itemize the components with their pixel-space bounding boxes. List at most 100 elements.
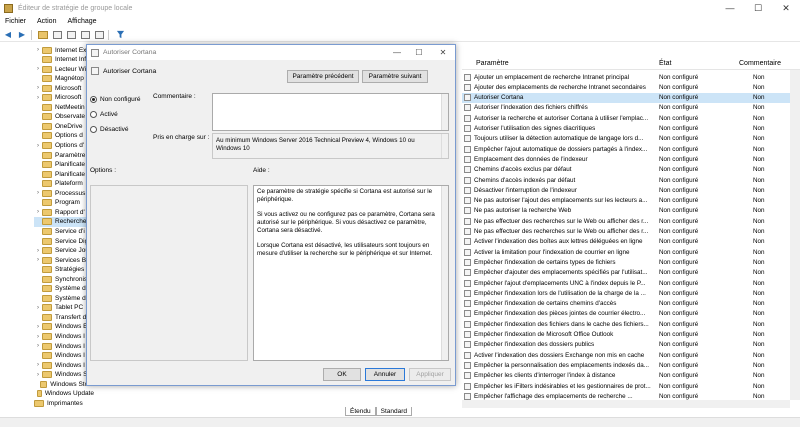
list-item[interactable]: Ne pas effectuer des recherches sur le W… (462, 227, 800, 237)
list-item[interactable]: Empêcher l'ajout d'emplacements UNC à l'… (462, 278, 800, 288)
close-button[interactable]: ✕ (772, 0, 800, 16)
list-item[interactable]: Empêcher l'ajout automatique de dossiers… (462, 144, 800, 154)
export-button[interactable] (65, 29, 77, 40)
expand-chevron-icon[interactable]: › (34, 209, 42, 215)
tree-item[interactable]: Plateform (34, 179, 94, 189)
tree-item[interactable]: Synchronis (34, 274, 94, 284)
list-item[interactable]: Ajouter un emplacement de recherche Intr… (462, 72, 800, 82)
tree-item[interactable]: › Service Jou (34, 246, 94, 256)
settings-list[interactable]: Ajouter un emplacement de recherche Intr… (462, 58, 800, 400)
tree-item[interactable]: Windows Update (34, 389, 94, 399)
cancel-button[interactable]: Annuler (365, 368, 405, 381)
previous-setting-button[interactable]: Paramètre précédent (287, 70, 359, 83)
dialog-maximize-button[interactable]: ☐ (409, 45, 429, 60)
list-item[interactable]: Empêcher l'indexation de Microsoft Offic… (462, 330, 800, 340)
tree-item[interactable]: › Windows S (34, 370, 94, 380)
list-item[interactable]: Ne pas effectuer des recherches sur le W… (462, 216, 800, 226)
tree-item[interactable]: Système d (34, 284, 94, 294)
tree-item[interactable]: Système d (34, 293, 94, 303)
menu-file[interactable]: Fichier (0, 18, 32, 25)
filter-icon[interactable] (114, 29, 126, 40)
menu-action[interactable]: Action (32, 18, 62, 25)
list-item[interactable]: Autoriser Cortana Non configuré Non (462, 92, 800, 103)
tree-item[interactable]: › Windows I (34, 341, 94, 351)
tree-item[interactable]: Magnétop (34, 74, 94, 84)
back-arrow-icon[interactable]: ◀ (2, 29, 14, 40)
vertical-scrollbar[interactable] (790, 70, 800, 400)
list-item[interactable]: Empêcher les clients d'interroger l'inde… (462, 371, 800, 381)
expand-chevron-icon[interactable]: › (34, 95, 42, 101)
list-item[interactable]: Autoriser la recherche et autoriser Cort… (462, 113, 800, 123)
tree-item[interactable]: Program (34, 198, 94, 208)
list-item[interactable]: Ne pas autoriser la recherche Web Non con… (462, 206, 800, 216)
radio-not-configured[interactable]: Non configuré (90, 96, 140, 103)
radio-enabled[interactable]: Activé (90, 111, 118, 118)
dialog-minimize-button[interactable]: — (387, 45, 407, 60)
list-item[interactable]: Toujours utiliser la détection automatiq… (462, 134, 800, 144)
list-item[interactable]: Activer la limitation pour l'indexation … (462, 247, 800, 257)
tree-item[interactable]: › Lecteur Wi (34, 64, 94, 74)
expand-chevron-icon[interactable]: › (34, 143, 42, 149)
maximize-button[interactable]: ☐ (744, 0, 772, 16)
list-item[interactable]: Empêcher d'ajouter des emplacements spéc… (462, 268, 800, 278)
tree-item[interactable]: › Options d' (34, 141, 94, 151)
help-scrollbar[interactable] (441, 186, 448, 360)
expand-chevron-icon[interactable]: › (34, 85, 42, 91)
list-item[interactable]: Empêcher l'indexation des fichiers dans … (462, 319, 800, 329)
list-item[interactable]: Empêcher l'affichage des emplacements de… (462, 391, 800, 400)
expand-chevron-icon[interactable]: › (34, 362, 42, 368)
list-item[interactable]: Empêcher l'indexation des dossiers publi… (462, 340, 800, 350)
tree-item[interactable]: › Rapport d' (34, 207, 94, 217)
list-item[interactable]: Empêcher la personnalisation des emplace… (462, 360, 800, 370)
expand-chevron-icon[interactable]: › (34, 324, 42, 330)
list-item[interactable]: Ajouter des emplacements de recherche In… (462, 82, 800, 92)
list-item[interactable]: Autoriser l'indexation des fichiers chif… (462, 103, 800, 113)
list-item[interactable]: Empêcher les iFilters indésirables et le… (462, 381, 800, 391)
list-item[interactable]: Activer l'indexation des boîtes aux lett… (462, 237, 800, 247)
expand-chevron-icon[interactable]: › (34, 248, 42, 254)
expand-chevron-icon[interactable]: › (34, 66, 42, 72)
tree-item[interactable]: NetMeetin (34, 102, 94, 112)
supported-on-scrollbar[interactable] (441, 134, 448, 158)
list-item[interactable]: Emplacement des données de l'indexeur Non… (462, 154, 800, 164)
tree-item[interactable]: Service Dig (34, 236, 94, 246)
expand-chevron-icon[interactable]: › (34, 343, 42, 349)
tree-item[interactable]: Observate (34, 112, 94, 122)
tree-item[interactable]: › Windows I (34, 360, 94, 370)
show-hide-tree-button[interactable] (51, 29, 63, 40)
tree-item[interactable]: Options d (34, 131, 94, 141)
tab-standard[interactable]: Standard (375, 407, 412, 416)
list-item[interactable]: Activer l'indexation des dossiers Exchan… (462, 350, 800, 360)
expand-chevron-icon[interactable]: › (34, 305, 42, 311)
expand-chevron-icon[interactable]: › (34, 372, 42, 378)
help-button[interactable] (79, 29, 91, 40)
up-folder-button[interactable] (37, 29, 49, 40)
tree-item[interactable]: Service d'i (34, 226, 94, 236)
list-item[interactable]: Empêcher l'indexation de certains types … (462, 257, 800, 267)
tree-item[interactable]: Transfert d (34, 312, 94, 322)
list-item[interactable]: Désactiver l'interruption de l'indexeur N… (462, 185, 800, 195)
list-item[interactable]: Empêcher l'indexation lors de l'utilisat… (462, 288, 800, 298)
tree-item[interactable]: Windows Store (34, 379, 94, 389)
tree-item[interactable]: › Services Bu (34, 255, 94, 265)
menu-view[interactable]: Affichage (62, 18, 102, 25)
tree-item[interactable]: › Internet Ex (34, 45, 94, 55)
list-item[interactable]: Chemins d'accès indexés par défaut Non co… (462, 175, 800, 185)
tree-item[interactable]: Recherche (34, 216, 90, 227)
tree-item[interactable]: Planificate (34, 160, 94, 170)
list-item[interactable]: Chemins d'accès exclus par défaut Non con… (462, 165, 800, 175)
tree-item[interactable]: Planificate (34, 169, 94, 179)
list-item[interactable]: Ne pas autoriser l'ajout des emplacement… (462, 196, 800, 206)
tree-item[interactable]: Stratégies (34, 265, 94, 275)
apply-button[interactable]: Appliquer (409, 368, 451, 381)
tree-item[interactable]: › Microsoft (34, 83, 94, 93)
properties-button[interactable] (93, 29, 105, 40)
tree-item[interactable]: › Processus (34, 188, 94, 198)
tree-item[interactable]: Windows I (34, 351, 94, 361)
next-setting-button[interactable]: Paramètre suivant (362, 70, 428, 83)
tree-item[interactable]: › Windows I (34, 332, 94, 342)
tree-item[interactable]: Internet Inf (34, 55, 94, 65)
tree-item[interactable]: › Windows E (34, 322, 94, 332)
ok-button[interactable]: OK (323, 368, 361, 381)
radio-disabled[interactable]: Désactivé (90, 126, 129, 133)
